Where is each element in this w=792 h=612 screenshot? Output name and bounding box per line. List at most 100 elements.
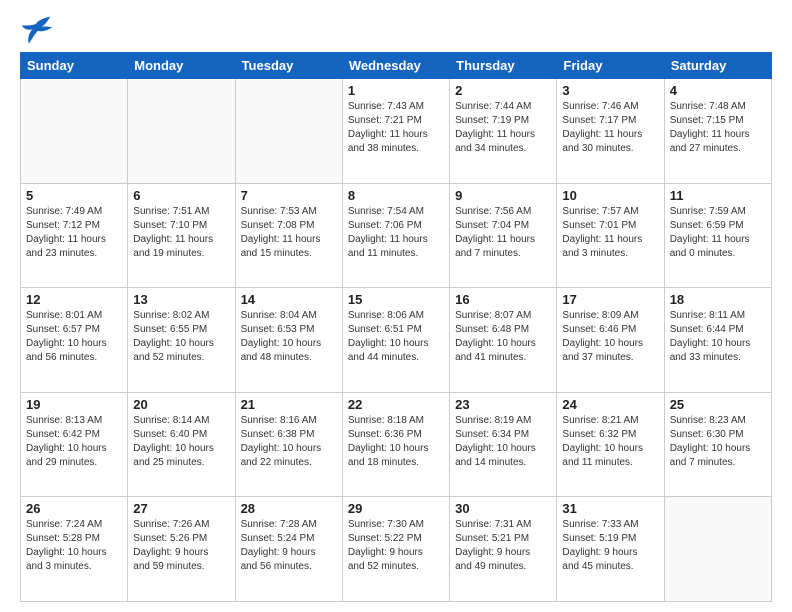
day-number: 8 — [348, 188, 444, 203]
day-number: 16 — [455, 292, 551, 307]
calendar-cell: 1Sunrise: 7:43 AM Sunset: 7:21 PM Daylig… — [342, 79, 449, 184]
calendar-cell: 16 Sunrise: 8:07 AM Sunset: 6:48 PM Dayli… — [450, 288, 557, 393]
day-info: Sunrise: 7:59 AM Sunset: 6:59 PM Dayligh… — [670, 205, 766, 261]
day-number: 28 — [241, 501, 337, 516]
calendar-cell: 27 Sunrise: 7:26 AM Sunset: 5:26 PM Dayli… — [128, 497, 235, 602]
day-number: 11 — [670, 188, 766, 203]
day-number: 31 — [562, 501, 658, 516]
week-row-4: 19Sunrise: 8:13 AM Sunset: 6:42 PM Dayli… — [21, 392, 772, 497]
day-info: Sunrise: 7:57 AM Sunset: 7:01 PM Dayligh… — [562, 205, 658, 261]
day-info: Sunrise: 8:11 AM Sunset: 6:44 PM Dayligh… — [670, 309, 766, 365]
calendar-cell: 15 Sunrise: 8:06 AM Sunset: 6:51 PM Dayli… — [342, 288, 449, 393]
weekday-header-saturday: Saturday — [664, 53, 771, 79]
day-number: 23 — [455, 397, 551, 412]
day-info: Sunrise: 7:49 AM Sunset: 7:12 PM Dayligh… — [26, 205, 122, 261]
day-info: Sunrise: 8:21 AM Sunset: 6:32 PM Dayligh… — [562, 414, 658, 470]
day-number: 9 — [455, 188, 551, 203]
day-info: Sunrise: 7:43 AM Sunset: 7:21 PM Dayligh… — [348, 100, 444, 156]
calendar-cell: 6Sunrise: 7:51 AM Sunset: 7:10 PM Daylig… — [128, 183, 235, 288]
day-info: Sunrise: 8:19 AM Sunset: 6:34 PM Dayligh… — [455, 414, 551, 470]
day-number: 13 — [133, 292, 229, 307]
calendar-cell: 13 Sunrise: 8:02 AM Sunset: 6:55 PM Dayli… — [128, 288, 235, 393]
day-info: Sunrise: 7:44 AM Sunset: 7:19 PM Dayligh… — [455, 100, 551, 156]
logo — [20, 16, 56, 44]
day-number: 14 — [241, 292, 337, 307]
calendar: SundayMondayTuesdayWednesdayThursdayFrid… — [20, 52, 772, 602]
calendar-cell: 7 Sunrise: 7:53 AM Sunset: 7:08 PM Daylig… — [235, 183, 342, 288]
calendar-cell: 30 Sunrise: 7:31 AM Sunset: 5:21 PM Dayli… — [450, 497, 557, 602]
day-number: 24 — [562, 397, 658, 412]
day-info: Sunrise: 8:02 AM Sunset: 6:55 PM Dayligh… — [133, 309, 229, 365]
week-row-2: 5 Sunrise: 7:49 AM Sunset: 7:12 PM Daylig… — [21, 183, 772, 288]
day-info: Sunrise: 8:13 AM Sunset: 6:42 PM Dayligh… — [26, 414, 122, 470]
calendar-cell: 12Sunrise: 8:01 AM Sunset: 6:57 PM Dayli… — [21, 288, 128, 393]
weekday-header-tuesday: Tuesday — [235, 53, 342, 79]
day-number: 26 — [26, 501, 122, 516]
top-section — [20, 16, 772, 44]
day-number: 15 — [348, 292, 444, 307]
day-info: Sunrise: 8:06 AM Sunset: 6:51 PM Dayligh… — [348, 309, 444, 365]
day-number: 7 — [241, 188, 337, 203]
week-row-3: 12Sunrise: 8:01 AM Sunset: 6:57 PM Dayli… — [21, 288, 772, 393]
day-info: Sunrise: 7:46 AM Sunset: 7:17 PM Dayligh… — [562, 100, 658, 156]
calendar-cell: 17 Sunrise: 8:09 AM Sunset: 6:46 PM Dayli… — [557, 288, 664, 393]
calendar-cell — [21, 79, 128, 184]
day-number: 5 — [26, 188, 122, 203]
page: SundayMondayTuesdayWednesdayThursdayFrid… — [0, 0, 792, 612]
calendar-cell: 19Sunrise: 8:13 AM Sunset: 6:42 PM Dayli… — [21, 392, 128, 497]
week-row-5: 26 Sunrise: 7:24 AM Sunset: 5:28 PM Dayli… — [21, 497, 772, 602]
calendar-cell: 8 Sunrise: 7:54 AM Sunset: 7:06 PM Daylig… — [342, 183, 449, 288]
day-number: 2 — [455, 83, 551, 98]
calendar-cell: 31Sunrise: 7:33 AM Sunset: 5:19 PM Dayli… — [557, 497, 664, 602]
day-number: 25 — [670, 397, 766, 412]
day-number: 3 — [562, 83, 658, 98]
day-info: Sunrise: 7:31 AM Sunset: 5:21 PM Dayligh… — [455, 518, 551, 574]
calendar-cell: 21 Sunrise: 8:16 AM Sunset: 6:38 PM Dayli… — [235, 392, 342, 497]
day-info: Sunrise: 8:18 AM Sunset: 6:36 PM Dayligh… — [348, 414, 444, 470]
day-number: 22 — [348, 397, 444, 412]
weekday-header-sunday: Sunday — [21, 53, 128, 79]
calendar-cell — [235, 79, 342, 184]
day-info: Sunrise: 8:23 AM Sunset: 6:30 PM Dayligh… — [670, 414, 766, 470]
calendar-cell: 4 Sunrise: 7:48 AM Sunset: 7:15 PM Daylig… — [664, 79, 771, 184]
day-number: 17 — [562, 292, 658, 307]
day-info: Sunrise: 7:53 AM Sunset: 7:08 PM Dayligh… — [241, 205, 337, 261]
calendar-cell: 9 Sunrise: 7:56 AM Sunset: 7:04 PM Daylig… — [450, 183, 557, 288]
calendar-cell: 3 Sunrise: 7:46 AM Sunset: 7:17 PM Daylig… — [557, 79, 664, 184]
week-row-1: 1Sunrise: 7:43 AM Sunset: 7:21 PM Daylig… — [21, 79, 772, 184]
day-info: Sunrise: 8:01 AM Sunset: 6:57 PM Dayligh… — [26, 309, 122, 365]
day-info: Sunrise: 7:48 AM Sunset: 7:15 PM Dayligh… — [670, 100, 766, 156]
weekday-header-friday: Friday — [557, 53, 664, 79]
day-number: 21 — [241, 397, 337, 412]
weekday-header-thursday: Thursday — [450, 53, 557, 79]
calendar-cell: 28 Sunrise: 7:28 AM Sunset: 5:24 PM Dayli… — [235, 497, 342, 602]
day-number: 18 — [670, 292, 766, 307]
day-number: 20 — [133, 397, 229, 412]
day-info: Sunrise: 7:26 AM Sunset: 5:26 PM Dayligh… — [133, 518, 229, 574]
calendar-cell: 2 Sunrise: 7:44 AM Sunset: 7:19 PM Daylig… — [450, 79, 557, 184]
day-info: Sunrise: 8:14 AM Sunset: 6:40 PM Dayligh… — [133, 414, 229, 470]
calendar-cell: 11 Sunrise: 7:59 AM Sunset: 6:59 PM Dayli… — [664, 183, 771, 288]
day-info: Sunrise: 8:09 AM Sunset: 6:46 PM Dayligh… — [562, 309, 658, 365]
day-info: Sunrise: 7:28 AM Sunset: 5:24 PM Dayligh… — [241, 518, 337, 574]
calendar-cell: 24 Sunrise: 8:21 AM Sunset: 6:32 PM Dayli… — [557, 392, 664, 497]
weekday-header-row: SundayMondayTuesdayWednesdayThursdayFrid… — [21, 53, 772, 79]
day-number: 10 — [562, 188, 658, 203]
calendar-cell — [664, 497, 771, 602]
calendar-cell: 29Sunrise: 7:30 AM Sunset: 5:22 PM Dayli… — [342, 497, 449, 602]
day-number: 27 — [133, 501, 229, 516]
calendar-cell: 25 Sunrise: 8:23 AM Sunset: 6:30 PM Dayli… — [664, 392, 771, 497]
day-number: 30 — [455, 501, 551, 516]
calendar-cell: 14 Sunrise: 8:04 AM Sunset: 6:53 PM Dayli… — [235, 288, 342, 393]
day-info: Sunrise: 7:54 AM Sunset: 7:06 PM Dayligh… — [348, 205, 444, 261]
day-info: Sunrise: 8:04 AM Sunset: 6:53 PM Dayligh… — [241, 309, 337, 365]
day-info: Sunrise: 8:16 AM Sunset: 6:38 PM Dayligh… — [241, 414, 337, 470]
calendar-cell: 10 Sunrise: 7:57 AM Sunset: 7:01 PM Dayli… — [557, 183, 664, 288]
day-info: Sunrise: 7:24 AM Sunset: 5:28 PM Dayligh… — [26, 518, 122, 574]
day-number: 4 — [670, 83, 766, 98]
day-info: Sunrise: 7:56 AM Sunset: 7:04 PM Dayligh… — [455, 205, 551, 261]
weekday-header-monday: Monday — [128, 53, 235, 79]
calendar-cell: 26 Sunrise: 7:24 AM Sunset: 5:28 PM Dayli… — [21, 497, 128, 602]
day-number: 6 — [133, 188, 229, 203]
day-info: Sunrise: 8:07 AM Sunset: 6:48 PM Dayligh… — [455, 309, 551, 365]
